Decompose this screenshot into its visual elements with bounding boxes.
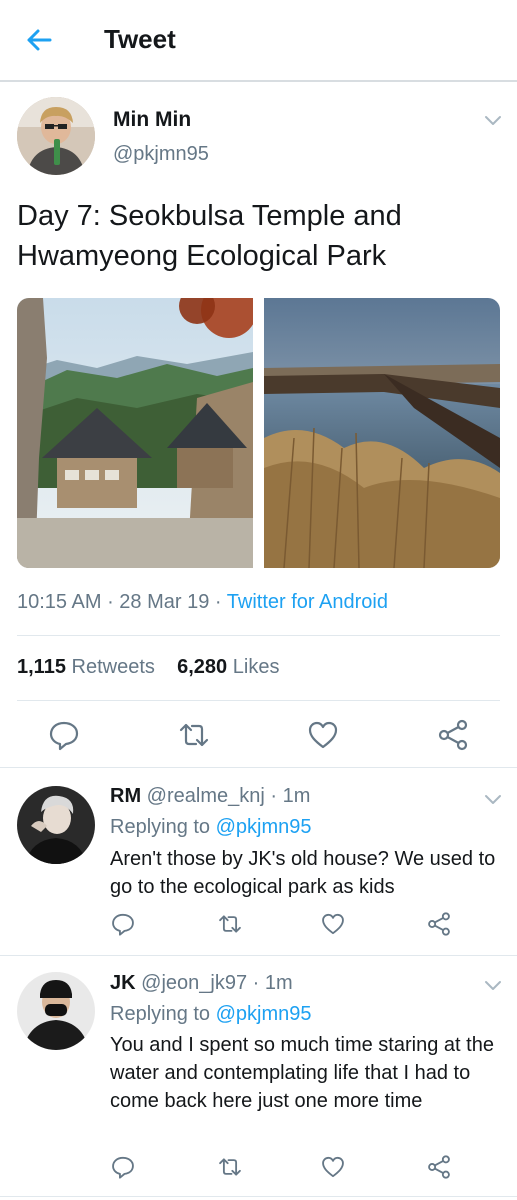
like-button[interactable] [306, 718, 340, 752]
reply-text: You and I spent so much time staring at … [110, 1034, 494, 1112]
tweet-menu-button[interactable] [483, 113, 503, 127]
retweet-icon [179, 723, 209, 747]
reply-author-name[interactable]: JK [110, 972, 136, 994]
meta-separator: · [252, 972, 265, 994]
share-icon [428, 1155, 450, 1179]
likes-count: 6,280 [177, 656, 228, 678]
arrow-left-icon [27, 29, 52, 51]
reply-header: JK @jeon_jk97 · 1m [110, 972, 293, 995]
replying-label: Replying to [110, 1003, 211, 1025]
tweet-time: 10:15 AM [17, 591, 102, 613]
reply-header: RM @realme_knj · 1m [110, 785, 310, 808]
reply-avatar[interactable] [17, 786, 95, 864]
heart-icon [322, 1156, 344, 1178]
meta-separator: · [214, 591, 227, 613]
tweet-client-link[interactable]: Twitter for Android [227, 591, 388, 613]
tweet-text: Day 7: Seokbulsa Temple and Hwamyeong Ec… [17, 200, 402, 272]
heart-icon [308, 721, 338, 749]
reply-button[interactable] [47, 718, 81, 752]
chevron-down-icon [485, 981, 501, 990]
reply-author-handle[interactable]: @realme_knj [147, 785, 265, 807]
share-icon [438, 719, 468, 751]
replying-to-handle[interactable]: @pkjmn95 [216, 1003, 312, 1025]
retweets-stat[interactable]: 1,115 Retweets [17, 656, 155, 678]
replying-label: Replying to [110, 816, 211, 838]
speech-bubble-icon [112, 913, 134, 936]
retweet-button[interactable] [217, 1154, 243, 1180]
photo-ecological-park[interactable] [264, 298, 500, 568]
likes-label: Likes [232, 656, 280, 678]
retweet-button[interactable] [217, 911, 243, 937]
share-button[interactable] [426, 1154, 452, 1180]
divider [17, 635, 500, 636]
speech-bubble-icon [49, 721, 79, 751]
tweet-stats: 1,115 Retweets 6,280 Likes [17, 656, 279, 679]
tweet-meta: 10:15 AM · 28 Mar 19 · Twitter for Andro… [17, 591, 388, 614]
chevron-down-icon [485, 795, 501, 804]
share-button[interactable] [436, 718, 470, 752]
like-button[interactable] [320, 911, 346, 937]
reply-time: 1m [282, 785, 311, 807]
like-button[interactable] [320, 1154, 346, 1180]
heart-icon [322, 913, 344, 935]
tweet-date: 28 Mar 19 [119, 591, 210, 613]
reply-text: Aren't those by JK's old house? We used … [110, 848, 496, 898]
reply-author-name[interactable]: RM [110, 785, 141, 807]
author-avatar[interactable] [17, 97, 95, 175]
divider [0, 955, 517, 956]
reply-menu-button[interactable] [483, 978, 503, 992]
speech-bubble-icon [112, 1156, 134, 1179]
likes-stat[interactable]: 6,280 Likes [177, 656, 279, 678]
author-name[interactable]: Min Min [113, 108, 191, 132]
chevron-down-icon [485, 116, 501, 125]
reply-time: 1m [264, 972, 293, 994]
meta-separator: · [270, 785, 283, 807]
back-button[interactable] [22, 22, 58, 58]
divider [17, 700, 500, 701]
retweets-count: 1,115 [17, 656, 66, 678]
top-bar: Tweet [0, 0, 517, 82]
page-title: Tweet [104, 24, 176, 54]
reply-button[interactable] [110, 1154, 136, 1180]
reply-button[interactable] [110, 911, 136, 937]
reply-avatar[interactable] [17, 972, 95, 1050]
share-icon [428, 912, 450, 936]
replying-to: Replying to @pkjmn95 [110, 816, 312, 839]
share-button[interactable] [426, 911, 452, 937]
retweet-icon [219, 1158, 241, 1176]
reply-author-handle[interactable]: @jeon_jk97 [141, 972, 247, 994]
author-handle[interactable]: @pkjmn95 [113, 143, 209, 166]
divider [0, 1196, 517, 1197]
retweets-label: Retweets [71, 656, 155, 678]
divider [0, 767, 517, 768]
retweet-button[interactable] [177, 718, 211, 752]
reply-menu-button[interactable] [483, 792, 503, 806]
replying-to-handle[interactable]: @pkjmn95 [216, 816, 312, 838]
replying-to: Replying to @pkjmn95 [110, 1003, 312, 1026]
retweet-icon [219, 915, 241, 933]
photo-temple[interactable] [17, 298, 253, 568]
meta-separator: · [107, 591, 120, 613]
